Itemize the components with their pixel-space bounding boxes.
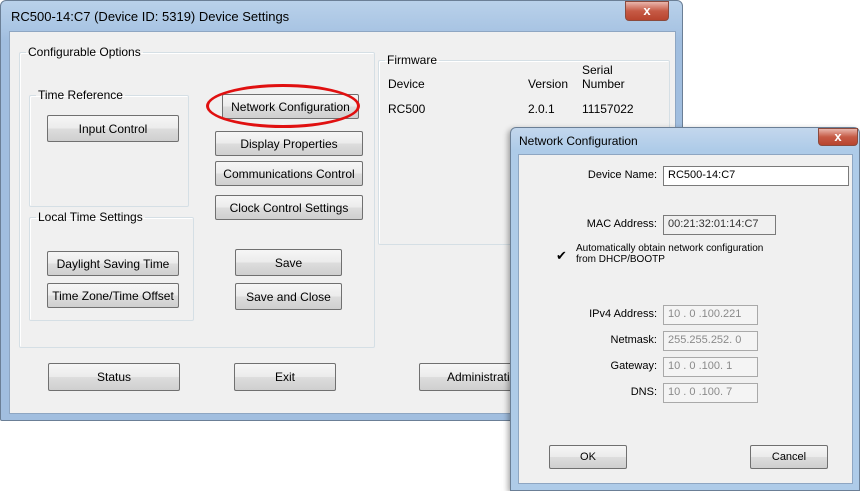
time-zone-offset-button[interactable]: Time Zone/Time Offset [47,283,179,308]
firmware-header-version: Version [528,77,569,91]
close-icon: x [643,3,651,18]
gateway-field[interactable]: 10 . 0 .100. 1 [663,357,758,377]
ipv4-address-label: IPv4 Address: [589,308,657,320]
save-and-close-button[interactable]: Save and Close [235,283,342,310]
firmware-legend: Firmware [387,53,437,67]
mac-address-field: 00:21:32:01:14:C7 [663,215,776,235]
dialog-title: Network Configuration [519,134,638,148]
firmware-header-number: Number [582,77,625,91]
dhcp-checkbox-label-line1: Automatically obtain network configurati… [576,243,764,254]
daylight-saving-time-button[interactable]: Daylight Saving Time [47,251,179,276]
save-button[interactable]: Save [235,249,342,276]
ipv4-address-field[interactable]: 10 . 0 .100.221 [663,305,758,325]
device-name-field[interactable]: RC500-14:C7 [663,166,849,186]
cancel-button[interactable]: Cancel [750,445,828,469]
firmware-header-serial: Serial [582,63,613,77]
local-time-settings-legend: Local Time Settings [38,210,143,224]
display-properties-button[interactable]: Display Properties [215,131,363,156]
firmware-version-value: 2.0.1 [528,102,555,116]
time-reference-legend: Time Reference [38,88,123,102]
dns-field[interactable]: 10 . 0 .100. 7 [663,383,758,403]
configurable-options-legend: Configurable Options [28,45,141,59]
time-reference-group: Time Reference [29,88,189,207]
dns-label: DNS: [630,386,657,398]
dialog-client-area: Device Name: RC500-14:C7 MAC Address: 00… [518,154,853,484]
input-control-button[interactable]: Input Control [47,115,179,142]
communications-control-button[interactable]: Communications Control [215,161,363,186]
device-name-label: Device Name: [587,169,657,181]
highlight-ellipse [206,84,360,128]
firmware-header-device: Device [388,77,425,91]
firmware-device-value: RC500 [388,102,426,116]
mac-address-label: MAC Address: [586,218,657,230]
gateway-label: Gateway: [610,360,657,372]
close-icon: x [834,129,842,144]
close-button[interactable]: x [625,1,669,21]
status-button[interactable]: Status [48,363,180,391]
netmask-field[interactable]: 255.255.252. 0 [663,331,758,351]
dialog-close-button[interactable]: x [818,128,858,146]
network-configuration-dialog: Network Configuration x Device Name: RC5… [510,127,860,491]
exit-button[interactable]: Exit [234,363,336,391]
firmware-serial-value: 11157022 [582,102,634,116]
dhcp-checkbox[interactable]: ✔ [556,249,567,262]
dhcp-checkbox-label-line2: from DHCP/BOOTP [576,254,665,265]
ok-button[interactable]: OK [549,445,627,469]
netmask-label: Netmask: [610,334,657,346]
clock-control-settings-button[interactable]: Clock Control Settings [215,195,363,220]
window-title: RC500-14:C7 (Device ID: 5319) Device Set… [11,9,290,24]
